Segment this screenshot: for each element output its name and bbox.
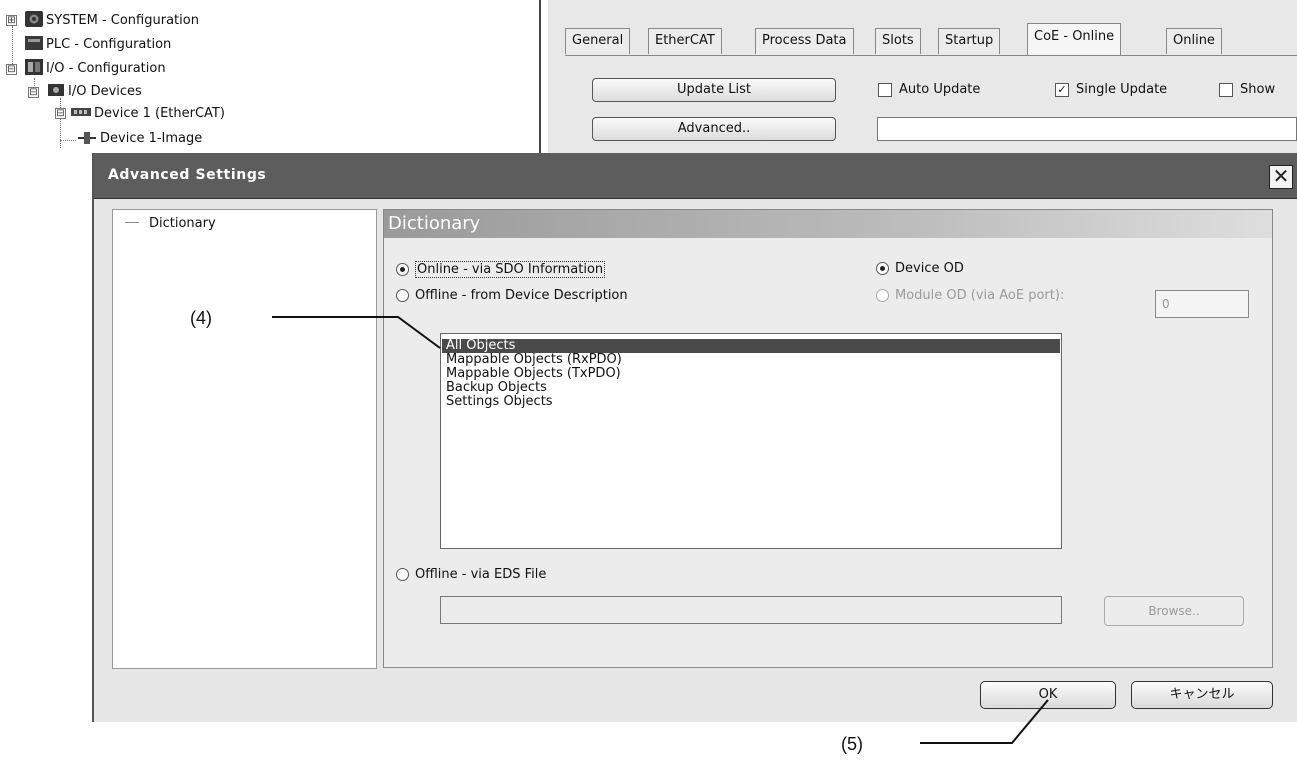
callout-label-5: (5)	[841, 734, 863, 754]
callout-line-5	[920, 699, 1049, 744]
callout-line-4	[272, 316, 441, 349]
callout-lines	[272, 316, 1049, 744]
callout-label-4: (4)	[190, 308, 212, 328]
